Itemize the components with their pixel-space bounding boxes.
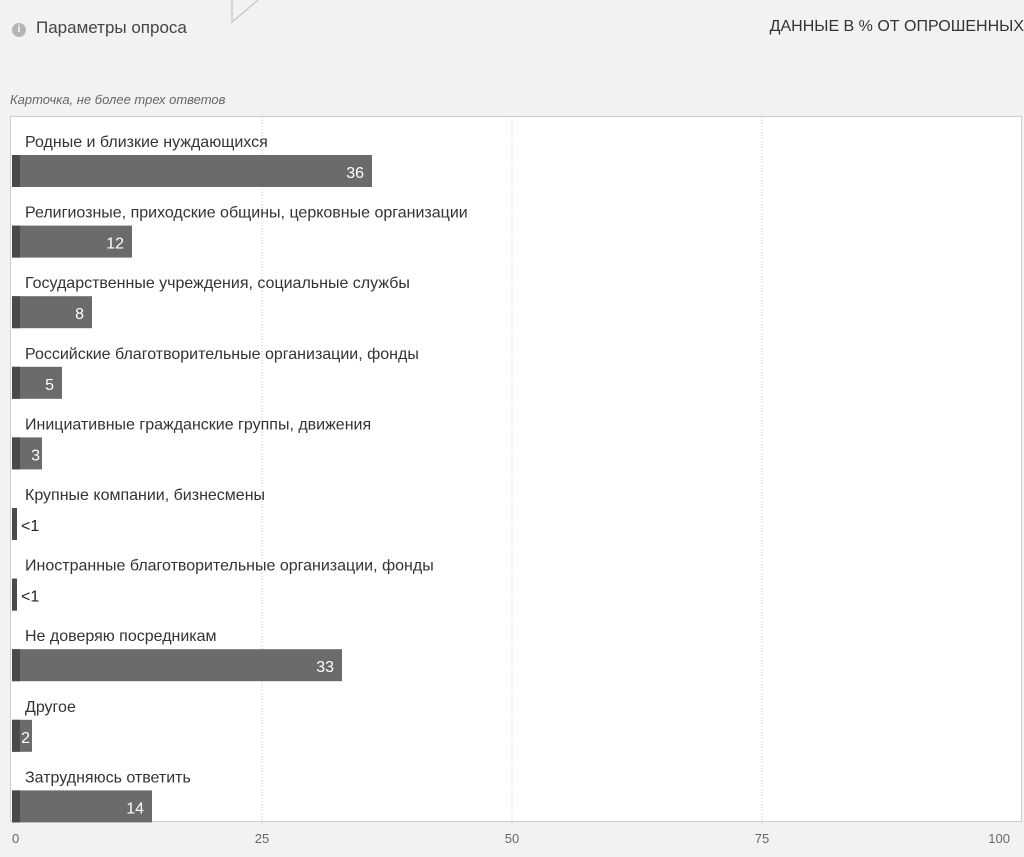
category-label: Не доверяю посредникам <box>25 628 217 645</box>
top-bar: i Параметры опроса ДАННЫЕ В % ОТ ОПРОШЕН… <box>0 0 1024 60</box>
category-label: Инициативные гражданские группы, движени… <box>25 416 371 433</box>
bar-accent <box>12 155 20 187</box>
bar-value-label: 36 <box>346 165 364 182</box>
question-note: Карточка, не более трех ответов <box>10 92 226 107</box>
bar-value-label: 5 <box>45 377 54 394</box>
bar-chart: Родные и близкие нуждающихся 36 Религиозны… <box>12 117 1010 846</box>
survey-params-link[interactable]: Параметры опроса <box>36 18 187 38</box>
bar-accent <box>12 649 20 682</box>
x-tick-label: 75 <box>755 831 769 846</box>
bar-value-label: 2 <box>21 730 30 747</box>
info-icon[interactable]: i <box>12 23 26 37</box>
bar-accent <box>12 508 17 540</box>
bar-accent <box>12 296 20 329</box>
bar-value-label: 14 <box>126 800 144 817</box>
chart-panel: Родные и близкие нуждающихся 36 Религиозны… <box>10 116 1022 846</box>
x-tick-label: 0 <box>12 831 19 846</box>
x-tick-label: 50 <box>505 831 519 846</box>
x-tick-label: 100 <box>988 831 1010 846</box>
bar-accent <box>12 225 20 258</box>
bar <box>12 649 342 682</box>
x-tick-label: 25 <box>255 831 269 846</box>
bar <box>12 155 372 187</box>
tab-pointer-shape <box>231 0 259 24</box>
bar-value-label: 8 <box>75 306 84 323</box>
category-label: Религиозные, приходские общины, церковны… <box>25 205 468 222</box>
bar-accent <box>12 366 20 399</box>
bar-value-label: 12 <box>106 236 124 253</box>
category-label: Затрудняюсь ответить <box>25 769 191 786</box>
category-label: Другое <box>25 699 76 716</box>
bar-accent <box>12 719 20 752</box>
category-label: Крупные компании, бизнесмены <box>25 487 265 504</box>
bar-accent <box>12 437 20 470</box>
units-label: ДАННЫЕ В % ОТ ОПРОШЕННЫХ <box>769 18 1024 35</box>
bar-accent <box>12 790 20 823</box>
bar-accent <box>12 578 17 611</box>
bar-value-label: <1 <box>21 589 39 606</box>
bar-value-label: 33 <box>316 659 334 676</box>
category-label: Государственные учреждения, социальные с… <box>25 275 410 292</box>
bar-value-label: <1 <box>21 518 39 535</box>
bar-value-label: 3 <box>31 447 40 464</box>
category-label: Иностранные благотворительные организаци… <box>25 558 434 575</box>
category-label: Родные и близкие нуждающихся <box>25 134 268 151</box>
category-label: Российские благотворительные организации… <box>25 346 419 363</box>
